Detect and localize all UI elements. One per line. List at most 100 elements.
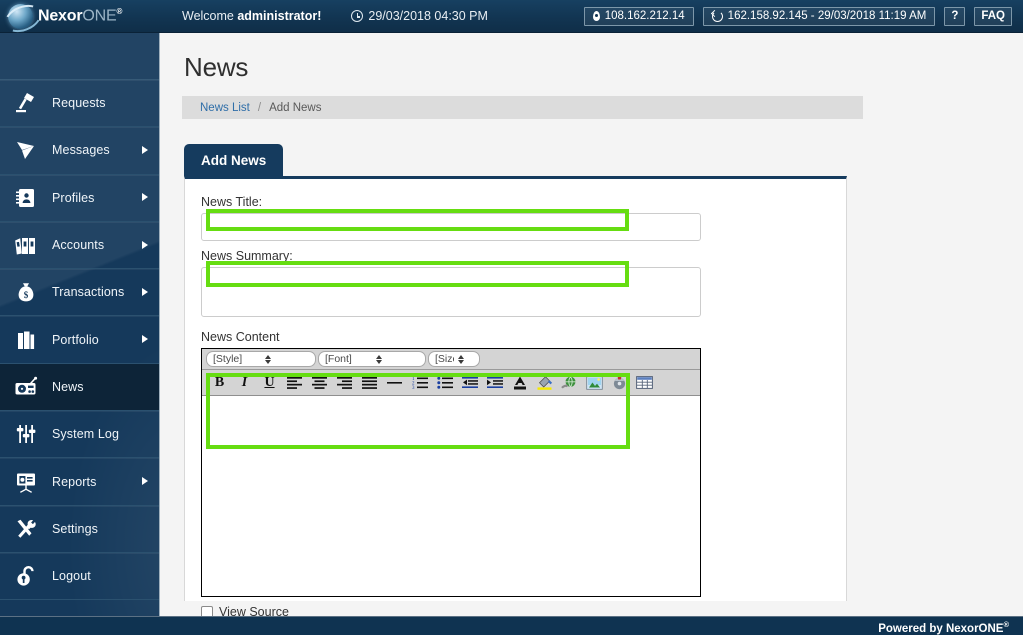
outdent-icon[interactable] (457, 372, 482, 394)
sidebar-item-label: System Log (52, 427, 120, 442)
align-justify-icon[interactable] (357, 372, 382, 394)
desk-lamp-icon (0, 92, 52, 114)
ordered-list-icon[interactable]: 123 (407, 372, 432, 394)
brand-wordmark: NexorONE® (38, 7, 122, 25)
sidebar-item-profiles[interactable]: Profiles (0, 175, 159, 222)
current-ip-text: 108.162.212.14 (604, 9, 685, 22)
breadcrumb-current-add-news: Add News (269, 101, 322, 114)
bold-glyph: B (214, 374, 225, 390)
chevron-updown-icon (264, 354, 313, 364)
sidebar-item-messages[interactable]: Messages (0, 127, 159, 175)
chevron-right-icon (142, 240, 148, 249)
chevron-right-icon (142, 335, 148, 344)
tools-icon (0, 518, 52, 540)
italic-glyph: I (241, 374, 248, 390)
align-center-icon[interactable] (307, 372, 332, 394)
insert-flash-icon[interactable] (607, 372, 632, 394)
align-left-icon[interactable] (282, 372, 307, 394)
insert-image-icon[interactable] (582, 372, 607, 394)
breadcrumb: News List / Add News (182, 96, 863, 119)
underline-glyph: U (264, 374, 275, 390)
main-content-area: News News List / Add News Add News News … (160, 33, 1023, 616)
view-source-checkbox[interactable] (201, 606, 213, 616)
underline-icon[interactable]: U (257, 372, 282, 394)
sidebar-item-label: Accounts (52, 238, 105, 253)
presentation-icon (0, 471, 52, 493)
application-root: NexorONE® Welcome administrator! 29/03/2… (0, 0, 1023, 635)
help-button[interactable]: ? (944, 6, 966, 26)
clock-icon (351, 10, 364, 22)
italic-icon[interactable]: I (232, 372, 257, 394)
sidebar-item-requests[interactable]: Requests (0, 80, 159, 128)
nexor-orb-logo-icon (8, 3, 33, 29)
address-book-icon (0, 187, 52, 209)
footer-powered-by: Powered by NexorONE® (878, 620, 1009, 635)
sidebar-item-accounts[interactable]: Accounts (0, 222, 159, 270)
sidebar-item-label: News (52, 379, 84, 394)
sidebar-item-transactions[interactable]: $ Transactions (0, 269, 159, 317)
current-datetime-text: 29/03/2018 04:30 PM (368, 9, 488, 23)
horizontal-rule-icon[interactable] (382, 372, 407, 394)
paper-plane-icon (0, 139, 52, 161)
news-title-input[interactable] (201, 213, 701, 241)
editor-content-area[interactable] (202, 396, 700, 596)
editor-size-select[interactable]: [Size] (428, 351, 480, 367)
brand-name-bold: Nexor (38, 7, 83, 25)
sliders-icon (0, 423, 52, 445)
view-source-row: View Source (201, 605, 846, 616)
sidebar-item-label: Reports (52, 474, 97, 489)
sidebar-item-label: Profiles (52, 190, 95, 205)
chevron-right-icon (142, 477, 148, 486)
brand-logo[interactable]: NexorONE® (0, 0, 160, 33)
breadcrumb-separator: / (257, 101, 262, 114)
sidebar-item-logout[interactable]: Logout (0, 553, 159, 601)
page-footer: Powered by NexorONE® (0, 616, 1023, 635)
news-content-rich-text-editor: [Style] [Font] [Size] B I U (201, 348, 701, 597)
current-datetime: 29/03/2018 04:30 PM (351, 9, 488, 23)
chevron-right-icon (142, 193, 148, 202)
insert-table-icon[interactable] (632, 372, 657, 394)
sidebar-item-system-log[interactable]: System Log (0, 411, 159, 459)
highlight-color-icon[interactable] (532, 372, 557, 394)
sidebar-navigation: Requests Messages Profiles Accounts $ Tr… (0, 33, 160, 616)
sidebar-item-reports[interactable]: Reports (0, 458, 159, 506)
sidebar-item-label: Transactions (52, 285, 125, 300)
welcome-prefix: Welcome (182, 9, 238, 23)
last-login-chip: 162.158.92.145 - 29/03/2018 11:19 AM (702, 6, 936, 26)
sidebar-item-label: Settings (52, 521, 98, 536)
sidebar-item-label: Portfolio (52, 332, 99, 347)
sidebar-item-label: Messages (52, 143, 110, 158)
top-header-bar: NexorONE® Welcome administrator! 29/03/2… (0, 0, 1023, 33)
money-bag-icon: $ (0, 281, 52, 303)
editor-size-select-value: [Size] (435, 353, 454, 365)
bold-icon[interactable]: B (207, 372, 232, 394)
sidebar-top-spacer (0, 33, 159, 80)
news-title-label: News Title: (201, 195, 263, 209)
sidebar-item-portfolio[interactable]: Portfolio (0, 316, 159, 364)
editor-toolbar-row: B I U 123 (202, 370, 700, 396)
briefcase-icon (0, 329, 52, 351)
breadcrumb-link-news-list[interactable]: News List (200, 102, 250, 114)
sidebar-item-settings[interactable]: Settings (0, 506, 159, 553)
sidebar-item-news[interactable]: News (0, 363, 159, 412)
align-right-icon[interactable] (332, 372, 357, 394)
news-content-label: News Content (201, 330, 280, 344)
editor-font-select[interactable]: [Font] (318, 351, 426, 367)
editor-style-select[interactable]: [Style] (206, 351, 316, 367)
editor-font-select-value: [Font] (325, 353, 352, 365)
indent-icon[interactable] (482, 372, 507, 394)
add-news-form-panel: News Title: News Summary: News Content [… (184, 176, 847, 616)
news-summary-textarea[interactable] (201, 267, 701, 317)
brand-name-light: ONE (82, 7, 117, 25)
faq-button[interactable]: FAQ (974, 6, 1012, 26)
insert-link-icon[interactable] (557, 372, 582, 394)
unordered-list-icon[interactable] (432, 372, 457, 394)
binders-icon (0, 234, 52, 256)
footer-registered-mark: ® (1003, 620, 1009, 629)
editor-style-select-value: [Style] (213, 353, 243, 365)
tab-add-news[interactable]: Add News (184, 144, 284, 176)
brand-registered-mark: ® (116, 6, 123, 16)
news-summary-label: News Summary: (201, 249, 293, 263)
chevron-right-icon (142, 145, 148, 154)
font-color-icon[interactable] (507, 372, 532, 394)
